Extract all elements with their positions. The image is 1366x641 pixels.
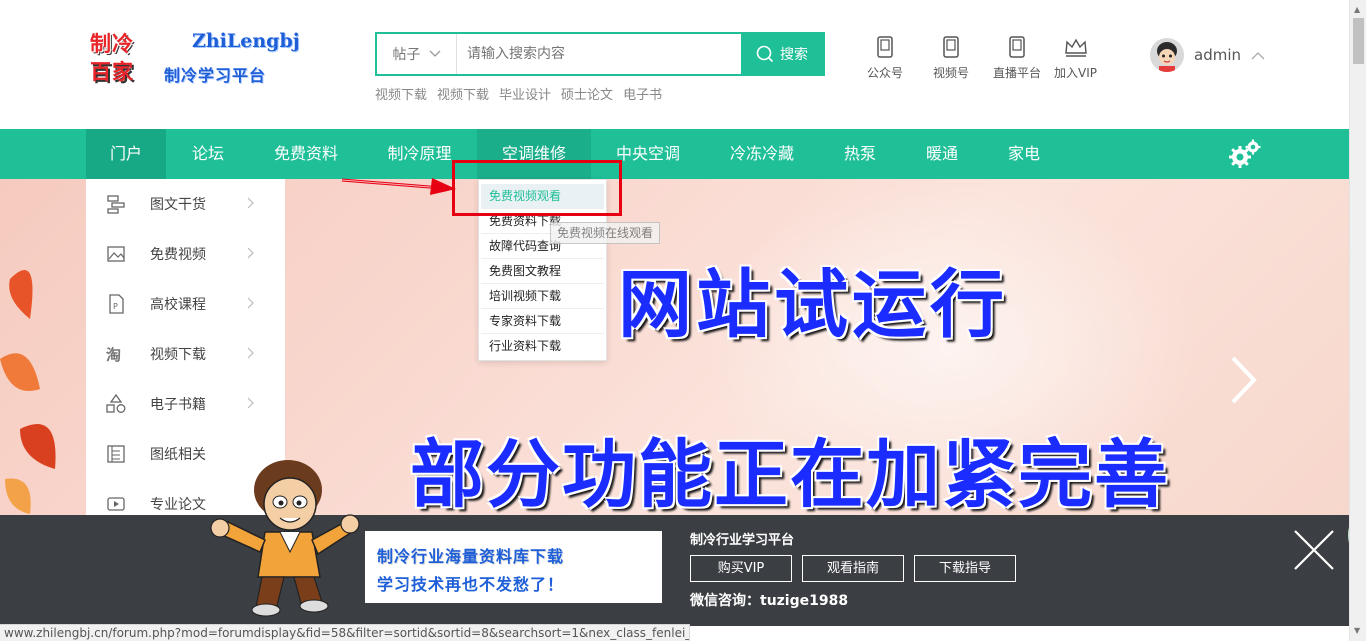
banner-headline: 网站试运行 — [618, 262, 1008, 348]
logo-text-cn-1: 制冷 — [90, 31, 134, 56]
chevron-right-icon[interactable] — [1228, 354, 1260, 406]
scroll-down-arrow-icon[interactable]: ▼ — [1354, 626, 1360, 635]
header: 制冷 百家 ZhiLengbj 制冷学习平台 帖子 搜索 视频下载 视频下载 毕… — [0, 0, 1349, 129]
search-bar: 帖子 搜索 — [375, 32, 825, 76]
side-item-label: 免费视频 — [150, 247, 206, 263]
side-item-university-courses[interactable]: P 高校课程 — [86, 279, 285, 329]
search-category-label: 帖子 — [392, 47, 421, 63]
svg-text:淘: 淘 — [106, 346, 121, 364]
side-item-free-video[interactable]: 免费视频 — [86, 229, 285, 279]
promo-title: 制冷行业学习平台 — [690, 533, 795, 548]
dropdown-item-training-video-download[interactable]: 培训视频下载 — [481, 284, 604, 309]
dropdown-item-expert-resource-download[interactable]: 专家资料下载 — [481, 309, 604, 334]
side-item-articles[interactable]: 图文干货 — [86, 179, 285, 229]
nav-item-heat-pump[interactable]: 热泵 — [819, 129, 901, 179]
svg-text:P: P — [113, 302, 118, 311]
hot-link[interactable]: 视频下载 — [375, 84, 427, 103]
dropdown-item-free-tutorials[interactable]: 免费图文教程 — [481, 259, 604, 284]
chevron-right-icon — [247, 397, 254, 409]
chevron-right-icon — [247, 297, 254, 309]
nav-item-portal[interactable]: 门户 — [86, 129, 166, 179]
search-category-select[interactable]: 帖子 — [377, 34, 457, 74]
promo-ad-line-2: 学习技术再也不发愁了！ — [377, 575, 565, 594]
highlight-box — [452, 160, 622, 216]
search-input[interactable] — [457, 34, 741, 74]
chevron-right-icon — [247, 347, 254, 359]
taobao-icon: 淘 — [106, 346, 121, 364]
quick-link-join-vip[interactable]: 加入VIP — [1054, 36, 1097, 81]
image-icon — [107, 246, 125, 262]
search-icon — [756, 45, 774, 63]
side-item-label: 高校课程 — [150, 297, 206, 313]
viewing-guide-button[interactable]: 观看指南 — [802, 555, 904, 582]
hot-link[interactable]: 电子书 — [623, 84, 662, 103]
nav-item-appliances[interactable]: 家电 — [983, 129, 1065, 179]
quick-link-video-account[interactable]: 视频号 — [933, 36, 969, 81]
username: admin — [1194, 46, 1241, 64]
cartoon-mascot — [210, 460, 360, 617]
side-item-ebooks[interactable]: 电子书籍 — [86, 379, 285, 429]
nav-item-forum[interactable]: 论坛 — [166, 129, 250, 179]
promo-ad-line-1: 制冷行业海量资料库下载 — [377, 547, 565, 566]
scroll-up-arrow-icon[interactable]: ▲ — [1354, 5, 1360, 14]
vertical-scrollbar[interactable]: ▲ ▼ — [1349, 0, 1366, 641]
blueprint-icon — [107, 445, 125, 463]
logo-text-en: ZhiLengbj — [192, 30, 300, 52]
bottom-promo-bar: 制冷行业海量资料库下载 学习技术再也不发愁了！ 制冷行业学习平台 购买VIP 观… — [0, 515, 1349, 626]
chevron-down-icon — [429, 50, 440, 57]
arrow-annotation-icon — [341, 178, 456, 195]
chevron-up-icon — [1251, 51, 1265, 59]
quick-link-label: 视频号 — [933, 66, 970, 80]
side-item-video-download[interactable]: 淘 视频下载 — [86, 329, 285, 379]
shapes-icon — [106, 394, 126, 413]
nav-item-cold-storage[interactable]: 冷冻冷藏 — [705, 129, 819, 179]
phone-icon — [1009, 36, 1025, 58]
chevron-right-icon — [247, 247, 254, 259]
wechat-contact: 微信咨询：tuzige1988 — [690, 593, 849, 609]
hot-link[interactable]: 视频下载 — [437, 84, 489, 103]
hot-link[interactable]: 硕士论文 — [561, 84, 613, 103]
site-logo[interactable]: 制冷 百家 ZhiLengbj 制冷学习平台 — [86, 24, 306, 88]
chevron-right-icon — [247, 197, 254, 209]
autumn-leaves-decoration — [0, 270, 56, 514]
dropdown-item-industry-resource-download[interactable]: 行业资料下载 — [481, 334, 604, 359]
dropdown-tooltip: 免费视频在线观看 — [550, 222, 661, 244]
user-menu[interactable]: admin — [1150, 38, 1265, 72]
logo-slogan: 制冷学习平台 — [164, 66, 267, 85]
side-item-label: 专业论文 — [150, 497, 206, 513]
logo-text-cn-2: 百家 — [90, 59, 134, 84]
side-item-label: 电子书籍 — [150, 397, 206, 413]
crown-icon — [1064, 38, 1087, 57]
hot-link[interactable]: 毕业设计 — [499, 84, 551, 103]
quick-link-label: 公众号 — [867, 66, 904, 80]
download-guide-button[interactable]: 下载指导 — [914, 555, 1016, 582]
promo-ad-banner[interactable]: 制冷行业海量资料库下载 学习技术再也不发愁了！ — [365, 531, 662, 603]
quick-link-wechat-official[interactable]: 公众号 — [867, 36, 903, 81]
video-icon — [107, 497, 125, 511]
hot-search-links: 视频下载 视频下载 毕业设计 硕士论文 电子书 — [375, 84, 662, 103]
quick-link-live[interactable]: 直播平台 — [993, 36, 1041, 81]
gear-icon[interactable] — [1228, 139, 1262, 169]
page: 制冷 百家 ZhiLengbj 制冷学习平台 帖子 搜索 视频下载 视频下载 毕… — [0, 0, 1366, 641]
phone-icon — [943, 36, 959, 58]
phone-icon — [877, 36, 893, 58]
side-item-label: 图文干货 — [150, 197, 206, 213]
banner-subheadline: 部分功能正在加紧完善 — [410, 432, 1170, 518]
side-item-label: 图纸相关 — [150, 447, 206, 463]
quick-link-label: 加入VIP — [1054, 66, 1097, 80]
scrollbar-thumb[interactable] — [1353, 18, 1364, 64]
layout-icon — [107, 195, 125, 214]
close-icon[interactable] — [1293, 529, 1335, 571]
search-button[interactable]: 搜索 — [741, 34, 823, 74]
main-nav: 门户 论坛 免费资料 制冷原理 空调维修 中央空调 冷冻冷藏 热泵 暖通 家电 — [0, 129, 1349, 179]
avatar — [1150, 38, 1184, 72]
quick-link-label: 直播平台 — [993, 66, 1042, 80]
buy-vip-button[interactable]: 购买VIP — [690, 555, 792, 582]
search-button-label: 搜索 — [780, 47, 808, 63]
side-item-label: 视频下载 — [150, 347, 206, 363]
document-icon: P — [109, 294, 124, 314]
nav-item-hvac[interactable]: 暖通 — [901, 129, 983, 179]
browser-status-url: www.zhilengbj.cn/forum.php?mod=forumdisp… — [0, 624, 690, 641]
